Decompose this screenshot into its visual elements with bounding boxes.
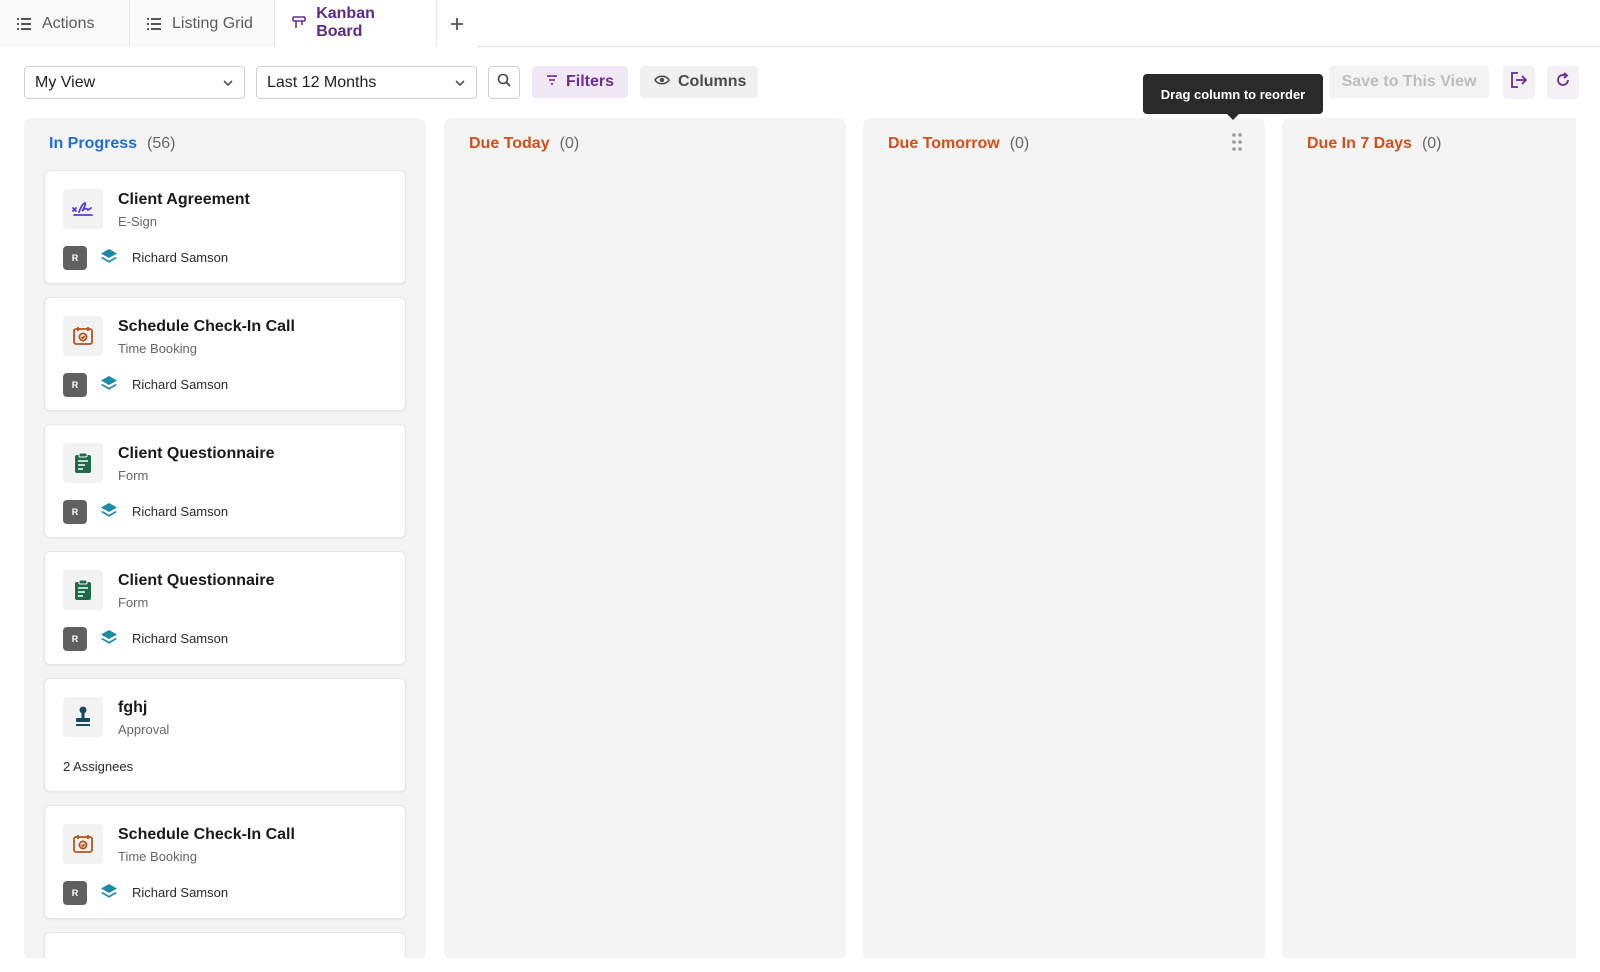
layers-icon — [99, 501, 119, 526]
card-type: Time Booking — [118, 341, 197, 356]
refresh-icon — [1555, 72, 1571, 93]
tab-listing-grid[interactable]: Listing Grid — [130, 0, 275, 47]
assignee-name: Richard Samson — [132, 885, 229, 900]
tab-actions-label: Actions — [42, 14, 95, 32]
calendar-check-icon — [63, 316, 103, 356]
layers-icon — [99, 882, 119, 907]
card-title: Client Questionnaire — [118, 445, 275, 462]
card-title: fghj — [118, 699, 148, 716]
tab-kanban-board-label: Kanban Board — [316, 4, 375, 40]
search-button[interactable] — [488, 66, 520, 99]
avatar: R — [63, 627, 87, 651]
layers-icon — [99, 247, 119, 272]
layers-icon — [99, 374, 119, 399]
eye-icon — [654, 73, 670, 91]
search-icon — [497, 73, 511, 92]
columns-button[interactable]: Columns — [640, 66, 758, 98]
card-type: E-Sign — [118, 214, 158, 229]
column-due-in-7-days[interactable]: Due In 7 Days (0) — [1282, 118, 1576, 958]
column-title: In Progress — [49, 135, 138, 152]
action-card[interactable]: Client Questionnaire Form R Richard Sams… — [44, 551, 406, 665]
tab-actions[interactable]: Actions — [0, 0, 130, 47]
card-type: Form — [118, 595, 149, 610]
assignees-count: 2 Assignees — [63, 759, 134, 774]
avatar: R — [63, 500, 87, 524]
columns-label: Columns — [678, 73, 747, 90]
column-header: In Progress (56) — [49, 135, 175, 153]
column-header: Due Tomorrow (0) — [888, 135, 1029, 153]
column-count: (0) — [1421, 135, 1442, 152]
filters-label: Filters — [566, 73, 615, 90]
refresh-button[interactable] — [1547, 66, 1579, 99]
card-title: Schedule Check-In Call — [118, 318, 295, 335]
card-type: Approval — [118, 722, 170, 737]
filters-button[interactable]: Filters — [532, 66, 628, 98]
save-to-view-button[interactable]: Save to This View — [1329, 66, 1489, 98]
list-icon — [16, 16, 32, 32]
action-card[interactable]: fghj Approval 2 Assignees — [44, 678, 406, 792]
column-title: Due Today — [469, 135, 550, 152]
tab-listing-grid-label: Listing Grid — [172, 14, 253, 32]
action-card[interactable] — [44, 932, 406, 958]
list-icon — [146, 16, 162, 32]
card-title: Schedule Check-In Call — [118, 826, 295, 843]
card-type: Time Booking — [118, 849, 197, 864]
view-tabs: Actions Listing Grid Kanban Board — [0, 0, 1600, 47]
card-type: Form — [118, 468, 149, 483]
board-toolbar: My View Last 12 Months Filters Columns S… — [24, 66, 1579, 100]
calendar-check-icon — [63, 824, 103, 864]
plus-icon — [450, 11, 464, 37]
filter-icon — [546, 73, 558, 91]
chevron-down-icon — [222, 76, 234, 94]
column-due-tomorrow[interactable]: Due Tomorrow (0) — [863, 118, 1265, 958]
action-card[interactable]: Schedule Check-In Call Time Booking R Ri… — [44, 805, 406, 919]
date-range-value: Last 12 Months — [267, 73, 377, 91]
column-header: Due Today (0) — [469, 135, 579, 153]
column-count: (0) — [559, 135, 580, 152]
column-due-today[interactable]: Due Today (0) — [444, 118, 846, 958]
view-select[interactable]: My View — [24, 66, 245, 99]
column-title: Due In 7 Days — [1307, 135, 1412, 152]
card-title: Client Agreement — [118, 191, 250, 208]
drag-handle-icon[interactable] — [1231, 132, 1243, 157]
chevron-down-icon — [454, 76, 466, 94]
clipboard-form-icon — [63, 443, 103, 483]
assignee-name: Richard Samson — [132, 631, 229, 646]
action-card[interactable]: Schedule Check-In Call Time Booking R Ri… — [44, 297, 406, 411]
action-card[interactable]: Client Agreement E-Sign R Richard Samson — [44, 170, 406, 284]
date-range-select[interactable]: Last 12 Months — [256, 66, 477, 99]
assignee-name: Richard Samson — [132, 504, 229, 519]
column-count: (0) — [1009, 135, 1030, 152]
export-button[interactable] — [1503, 66, 1535, 99]
layers-icon — [99, 628, 119, 653]
assignee-name: Richard Samson — [132, 377, 229, 392]
stamp-icon — [63, 697, 103, 737]
column-header: Due In 7 Days (0) — [1307, 135, 1442, 153]
esign-icon — [63, 189, 103, 229]
tab-kanban-board[interactable]: Kanban Board — [275, 0, 437, 47]
add-tab-button[interactable] — [437, 0, 477, 47]
export-icon — [1510, 71, 1528, 94]
avatar: R — [63, 373, 87, 397]
kanban-board: In Progress (56) Client Agreement E-Sign… — [24, 118, 1576, 958]
column-count: (56) — [147, 135, 176, 152]
assignee-name: Richard Samson — [132, 250, 229, 265]
column-in-progress[interactable]: In Progress (56) Client Agreement E-Sign… — [24, 118, 426, 958]
card-title: Client Questionnaire — [118, 572, 275, 589]
action-card[interactable]: Client Questionnaire Form R Richard Sams… — [44, 424, 406, 538]
avatar: R — [63, 881, 87, 905]
drag-tooltip: Drag column to reorder — [1143, 74, 1323, 120]
view-select-value: My View — [35, 73, 96, 91]
clipboard-form-icon — [63, 570, 103, 610]
column-title: Due Tomorrow — [888, 135, 1000, 152]
kanban-icon — [291, 15, 306, 31]
avatar: R — [63, 246, 87, 270]
